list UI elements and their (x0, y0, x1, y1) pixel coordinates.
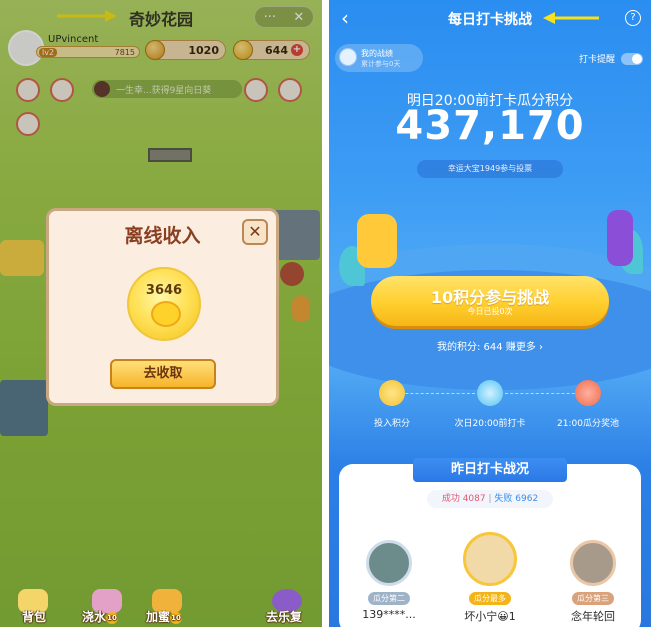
collect-button[interactable]: 去收取 (110, 359, 216, 389)
daily-challenge-panel: ‹ 每日打卡挑战 ? 我的战绩 累计参与0天 打卡提醒 明日20:00前打卡瓜分… (329, 0, 651, 627)
join-label: 10积分参与挑战 (430, 288, 550, 307)
reminder-setting: 打卡提醒 (579, 52, 643, 65)
results-title: 昨日打卡战况 (413, 458, 567, 482)
help-icon[interactable]: ? (625, 10, 641, 26)
water-label: 浇水 (82, 610, 107, 624)
screenshot-root: 奇妙花园 ··· ✕ UPvincent lv2 7815 1020 644 + (0, 0, 651, 627)
close-icon[interactable]: ✕ (242, 219, 268, 245)
rank-badge: 瓜分第二 (368, 592, 410, 605)
runner-figure-left (357, 214, 397, 268)
avatar (570, 540, 616, 586)
results-stats: 成功 4087 | 失败 6962 (427, 490, 553, 508)
income-amount: 3646 (145, 283, 183, 298)
panel-divider (322, 0, 329, 627)
water-button[interactable]: 浇水10 (82, 608, 119, 625)
join-challenge-button[interactable]: 10积分参与挑战 今日已投0次 (371, 276, 609, 326)
my-points-link[interactable]: 我的积分: 644 赚更多 › (329, 338, 651, 353)
avatar (463, 532, 517, 586)
yellow-arrow-icon (543, 12, 599, 24)
smiling-sun-icon (151, 301, 181, 327)
honey-badge: 10 (170, 611, 183, 624)
fail-label: 失败 (494, 494, 513, 504)
sun-coin-icon: 3646 (127, 267, 201, 341)
step-connector (395, 393, 475, 394)
join-sub: 今日已投0次 (467, 307, 513, 316)
reminder-toggle[interactable] (621, 52, 643, 65)
step-label: 次日20:00前打卡 (454, 419, 526, 429)
prize-pool-value: 437,170 (395, 103, 585, 149)
leader-second[interactable]: 瓜分第二 139****... (349, 540, 429, 621)
bag-button[interactable]: 背包 (22, 608, 46, 625)
success-label: 成功 (441, 494, 460, 504)
leader-top[interactable]: 瓜分最多 坏小宁😀1 (450, 532, 530, 624)
leader-name: 坏小宁😀1 (464, 610, 516, 623)
header: ‹ 每日打卡挑战 ? (329, 0, 651, 36)
paradise-button[interactable]: 去乐复 (266, 608, 302, 625)
challenge-steps: 投入积分 次日20:00前打卡 21:00瓜分奖池 (329, 380, 651, 432)
leader-third[interactable]: 瓜分第三 念年轮回 (553, 540, 633, 624)
add-honey-button[interactable]: 加蜜10 (146, 608, 183, 625)
my-record-button[interactable]: 我的战绩 累计参与0天 (335, 44, 423, 72)
step-connector (505, 393, 585, 394)
water-badge: 10 (106, 611, 119, 624)
step-label: 投入积分 (373, 419, 410, 429)
treasure-chest-icon (575, 380, 601, 406)
reminder-label: 打卡提醒 (578, 55, 615, 65)
voted-banner: 幸运大宝1949参与投票 (417, 160, 563, 178)
rank-badge: 瓜分第三 (572, 592, 614, 605)
garden-game-panel: 奇妙花园 ··· ✕ UPvincent lv2 7815 1020 644 + (0, 0, 322, 627)
step-label: 21:00瓜分奖池 (557, 419, 619, 429)
page-title: 每日打卡挑战 (448, 12, 532, 28)
medal-icon (339, 48, 357, 66)
fail-value: 6962 (515, 494, 539, 504)
runner-figure-right (607, 210, 633, 266)
offline-income-dialog: 离线收入 ✕ 3646 去收取 (46, 208, 279, 406)
alarm-clock-icon (477, 380, 503, 406)
coin-icon (379, 380, 405, 406)
success-value: 4087 (462, 494, 486, 504)
avatar (366, 540, 412, 586)
bottom-toolbar: 背包 浇水10 加蜜10 去乐复 (0, 587, 322, 627)
rank-badge: 瓜分最多 (469, 592, 511, 605)
record-title: 我的战绩 (361, 49, 393, 58)
honey-label: 加蜜 (146, 610, 171, 624)
record-subtitle: 累计参与0天 (361, 60, 401, 68)
leader-name: 139****... (362, 608, 416, 621)
leader-name: 念年轮回 (571, 610, 615, 623)
